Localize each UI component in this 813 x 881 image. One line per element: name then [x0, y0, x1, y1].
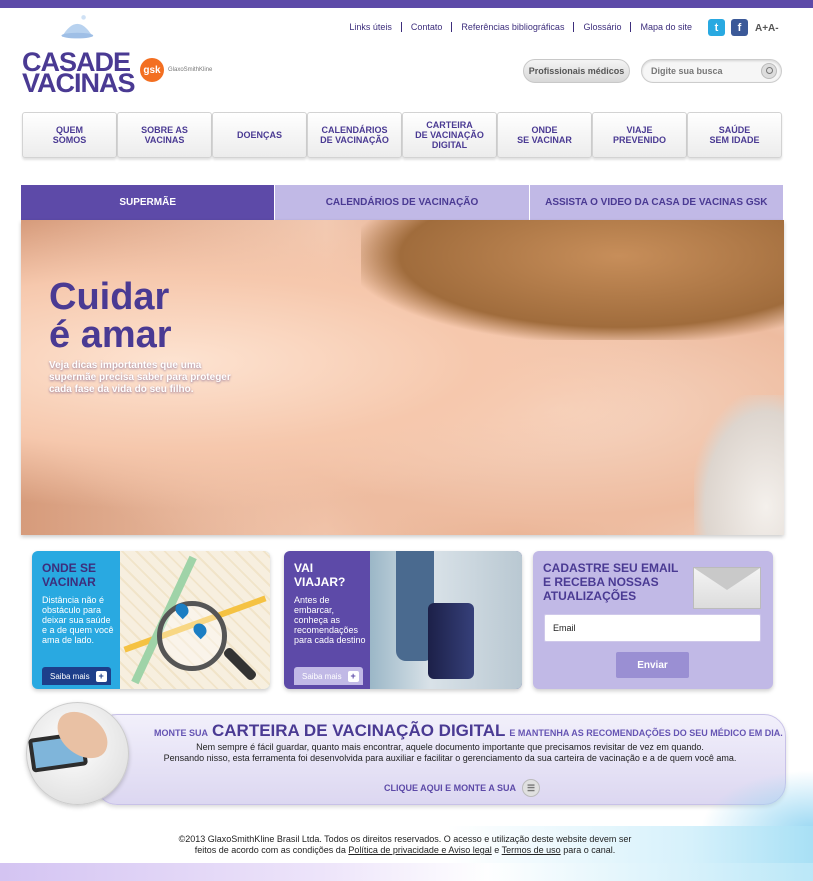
banner-cta-label: CLIQUE AQUI E MONTE A SUA [384, 783, 517, 793]
banner-text-1: Nem sempre é fácil guardar, quanto mais … [196, 742, 704, 752]
banner-cta[interactable]: CLIQUE AQUI E MONTE A SUA ☰ [384, 779, 541, 797]
tab-supermae[interactable]: SUPERMÃE [21, 185, 276, 234]
hero-text: Veja dicas importantes que uma supermãe … [49, 360, 231, 395]
nav-onde-vacinar[interactable]: ONDE SE VACINAR [497, 112, 592, 158]
site-logo[interactable]: CASADE VACINAS [22, 49, 136, 98]
banner-pre: MONTE SUA [154, 728, 208, 738]
gsk-mark: gsk [140, 58, 164, 82]
search-icon[interactable] [761, 63, 777, 79]
link-links-uteis[interactable]: Links úteis [340, 22, 401, 32]
onde-vacinar-card[interactable]: ONDE SE VACINAR Distância não é obstácul… [32, 551, 270, 689]
nav-saude-sem-idade[interactable]: SAÚDE SEM IDADE [687, 112, 782, 158]
footer-line-2: feitos de acordo com as condições da Pol… [170, 845, 640, 856]
nav-doencas[interactable]: DOENÇAS [212, 112, 307, 158]
link-referencias[interactable]: Referências bibliográficas [451, 22, 573, 32]
nav-sobre-vacinas[interactable]: SOBRE AS VACINAS [117, 112, 212, 158]
footer-and: e [494, 845, 500, 855]
tab-calendarios[interactable]: CALENDÁRIOS DE VACINAÇÃO [275, 185, 530, 220]
plus-icon: + [347, 670, 359, 682]
saiba-mais-label: Saiba mais [50, 671, 90, 681]
envelope-icon [693, 567, 761, 609]
saiba-mais-button[interactable]: Saiba mais + [42, 667, 111, 685]
card-title: ONDE SE VACINAR [42, 561, 97, 589]
nav-viaje-prevenido[interactable]: VIAJE PREVENIDO [592, 112, 687, 158]
footer-pre: feitos de acordo com as condições da [194, 845, 346, 855]
nav-calendarios[interactable]: CALENDÁRIOS DE VACINAÇÃO [307, 112, 402, 158]
banner-headline: MONTE SUA CARTEIRA DE VACINAÇÃO DIGITAL … [154, 721, 783, 741]
twitter-icon[interactable]: t [708, 19, 725, 36]
gsk-logo[interactable]: gsk GlaxoSmithKline [140, 58, 212, 82]
card-text: Distância não é obstáculo para deixar su… [42, 595, 114, 645]
vai-viajar-card[interactable]: VAI VIAJAR? Antes de embarcar, conheça a… [284, 551, 522, 689]
plus-icon: + [95, 670, 107, 682]
top-links: Links úteis Contato Referências bibliogr… [340, 22, 701, 32]
travel-photo [370, 551, 522, 689]
banner-text-2: Pensando nisso, esta ferramenta foi dese… [163, 753, 737, 763]
email-field[interactable] [544, 614, 761, 642]
hero-tabs: SUPERMÃE CALENDÁRIOS DE VACINAÇÃO ASSIST… [21, 185, 784, 234]
suitcase-icon [428, 603, 474, 679]
font-size-control[interactable]: A+A- [755, 23, 779, 34]
gsk-name: GlaxoSmithKline [168, 67, 213, 73]
nav-carteira-digital[interactable]: CARTEIRA DE VACINAÇÃO DIGITAL [402, 112, 497, 158]
hero-photo-hair [361, 220, 784, 340]
saiba-mais-label: Saiba mais [302, 671, 342, 681]
hero-photo-shirt [694, 395, 784, 535]
privacy-link[interactable]: Política de privacidade e Aviso legal [348, 845, 491, 855]
search-input[interactable] [642, 60, 752, 82]
link-contato[interactable]: Contato [400, 22, 452, 32]
main-nav: QUEM SOMOS SOBRE AS VACINAS DOENÇAS CALE… [22, 112, 782, 158]
banner-big: CARTEIRA DE VACINAÇÃO DIGITAL [212, 721, 506, 740]
link-mapa-do-site[interactable]: Mapa do site [630, 22, 701, 32]
hero-banner[interactable]: Cuidar é amar Veja dicas importantes que… [21, 220, 784, 535]
link-glossario[interactable]: Glossário [573, 22, 630, 32]
professionals-button[interactable]: Profissionais médicos [523, 59, 630, 83]
enviar-button[interactable]: Enviar [616, 652, 689, 678]
magnifier-icon [157, 601, 227, 671]
newsletter-card: CADASTRE SEU EMAIL E RECEBA NOSSAS ATUAL… [533, 551, 773, 689]
saiba-mais-button[interactable]: Saiba mais + [294, 667, 363, 685]
footer-line-1: ©2013 GlaxoSmithKline Brasil Ltda. Todos… [178, 834, 632, 844]
card-text: Antes de embarcar, conheça as recomendaç… [294, 595, 366, 645]
facebook-icon[interactable]: f [731, 19, 748, 36]
terms-link[interactable]: Termos de uso [502, 845, 561, 855]
banner-post: E MANTENHA AS RECOMENDAÇÕES DO SEU MÉDIC… [509, 728, 783, 738]
decor-glow [700, 770, 813, 830]
logo-line-2: VACINAS [22, 68, 136, 98]
list-icon: ☰ [522, 779, 541, 797]
search-box [641, 59, 782, 83]
top-accent-bar [0, 0, 813, 8]
footer-post: para o canal. [563, 845, 616, 855]
nav-quem-somos[interactable]: QUEM SOMOS [22, 112, 117, 158]
tab-video[interactable]: ASSISTA O VIDEO DA CASA DE VACINAS GSK [529, 185, 784, 220]
footer-text: ©2013 GlaxoSmithKline Brasil Ltda. Todos… [170, 834, 640, 856]
newsletter-title: CADASTRE SEU EMAIL E RECEBA NOSSAS ATUAL… [543, 561, 679, 603]
card-title: VAI VIAJAR? [294, 561, 346, 589]
hero-title: Cuidar é amar [49, 276, 172, 356]
